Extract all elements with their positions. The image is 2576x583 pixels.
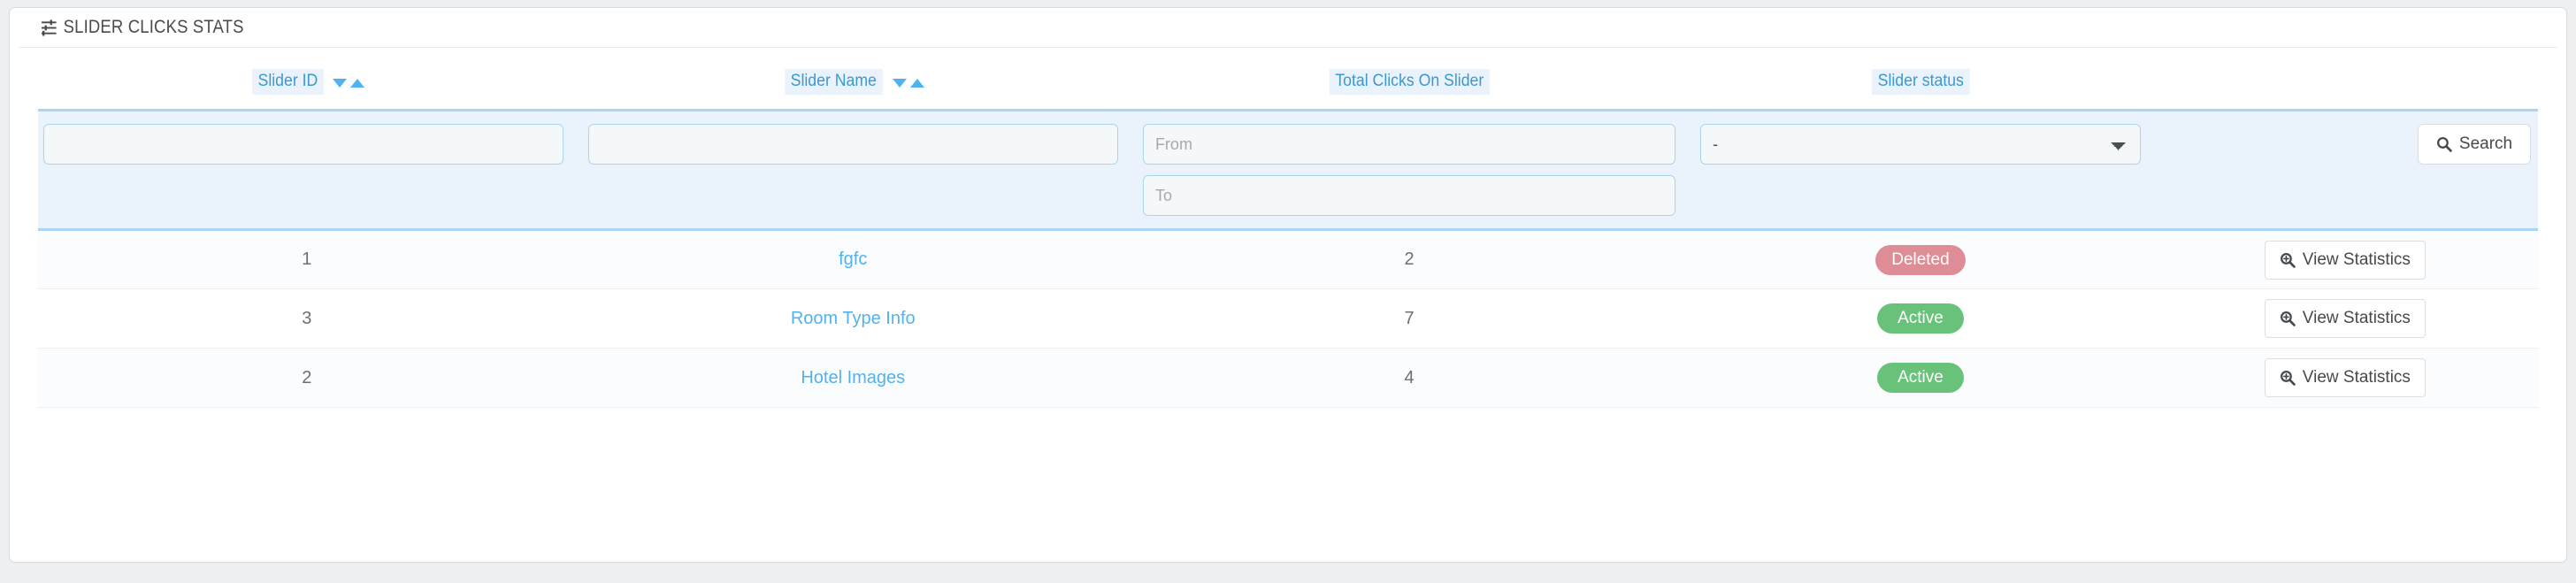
card-title-text: SLIDER CLICKS STATS	[63, 17, 244, 37]
view-statistics-button[interactable]: View Statistics	[2264, 299, 2426, 338]
view-statistics-button[interactable]: View Statistics	[2264, 240, 2426, 280]
sort-desc-icon[interactable]	[332, 78, 347, 88]
cell-action: View Statistics	[2152, 229, 2538, 289]
table-container: Slider ID Slider Name Total Clicks On Sl…	[10, 48, 2566, 408]
filter-status-select[interactable]: -	[1700, 124, 2141, 165]
filter-slider-name-input[interactable]	[587, 124, 1118, 165]
search-button-label: Search	[2458, 134, 2513, 153]
filter-cell-slider-name	[575, 109, 1131, 231]
column-header-slider-name[interactable]: Slider Name	[576, 48, 1131, 111]
column-header-slider-name-label: Slider Name	[785, 69, 883, 95]
view-statistics-label: View Statistics	[2302, 249, 2411, 269]
table-head: Slider ID Slider Name Total Clicks On Sl…	[38, 48, 2538, 231]
cell-slider-id: 3	[38, 288, 576, 349]
filter-clicks-from-input[interactable]	[1142, 124, 1676, 165]
filter-clicks-to-input[interactable]	[1142, 175, 1676, 216]
card-header: SLIDER CLICKS STATS	[19, 8, 2557, 48]
filter-cell-clicks-range	[1130, 109, 1689, 231]
slider-name-link[interactable]: Hotel Images	[801, 368, 905, 387]
filter-row: - Search	[38, 109, 2538, 231]
cell-status: Active	[1688, 288, 2153, 349]
slider-clicks-stats-card: SLIDER CLICKS STATS Slider ID Slider Nam…	[9, 7, 2567, 563]
cell-action: View Statistics	[2152, 348, 2538, 408]
column-header-total-clicks-label: Total Clicks On Slider	[1329, 69, 1490, 95]
view-statistics-label: View Statistics	[2302, 368, 2411, 387]
filter-slider-id-input[interactable]	[43, 124, 564, 165]
cell-slider-id: 1	[38, 229, 576, 289]
table-body: 1 fgfc 2 Deleted View Statistics 3 Room …	[38, 229, 2538, 408]
sort-arrows-slider-name[interactable]	[893, 78, 925, 88]
slider-name-link[interactable]: fgfc	[839, 249, 867, 269]
column-header-slider-id-label: Slider ID	[251, 69, 324, 95]
column-header-total-clicks: Total Clicks On Slider	[1131, 48, 1688, 111]
sliders-icon	[42, 19, 57, 36]
search-plus-icon	[2280, 252, 2296, 268]
filter-cell-search: Search	[2152, 109, 2538, 231]
sort-arrows-slider-id[interactable]	[332, 78, 364, 88]
cell-total-clicks: 4	[1130, 348, 1689, 408]
status-badge: Active	[1876, 303, 1964, 334]
slider-name-link[interactable]: Room Type Info	[791, 309, 916, 328]
table-row: 3 Room Type Info 7 Active View Statistic…	[38, 288, 2538, 349]
column-header-row: Slider ID Slider Name Total Clicks On Sl…	[38, 48, 2538, 111]
table-row: 2 Hotel Images 4 Active View Statistics	[38, 348, 2538, 408]
cell-slider-name: Room Type Info	[575, 288, 1131, 349]
sort-asc-icon[interactable]	[349, 78, 364, 88]
filter-cell-slider-id	[38, 109, 576, 231]
sort-asc-icon[interactable]	[910, 78, 925, 88]
cell-total-clicks: 2	[1130, 229, 1689, 289]
view-statistics-label: View Statistics	[2302, 309, 2411, 327]
cell-slider-id: 2	[38, 348, 576, 408]
cell-slider-name: fgfc	[575, 229, 1131, 289]
status-badge: Active	[1876, 363, 1964, 393]
sort-desc-icon[interactable]	[893, 78, 908, 88]
search-plus-icon	[2280, 370, 2296, 386]
filter-cell-status: -	[1688, 109, 2153, 231]
cell-status: Active	[1688, 348, 2153, 408]
status-badge: Deleted	[1875, 244, 1966, 275]
table-row: 1 fgfc 2 Deleted View Statistics	[38, 229, 2538, 289]
page-root: SLIDER CLICKS STATS Slider ID Slider Nam…	[0, 0, 2576, 583]
cell-total-clicks: 7	[1130, 288, 1689, 349]
column-header-slider-status: Slider status	[1688, 48, 2153, 111]
cell-slider-name: Hotel Images	[575, 348, 1131, 408]
column-header-actions	[2153, 48, 2538, 111]
search-plus-icon	[2280, 311, 2296, 326]
slider-stats-table: Slider ID Slider Name Total Clicks On Sl…	[38, 48, 2538, 408]
search-icon	[2436, 136, 2452, 152]
cell-status: Deleted	[1688, 229, 2153, 289]
cell-action: View Statistics	[2152, 288, 2538, 349]
card-header-title: SLIDER CLICKS STATS	[42, 17, 244, 38]
column-header-slider-status-label: Slider status	[1871, 69, 1970, 95]
view-statistics-button[interactable]: View Statistics	[2264, 358, 2426, 397]
column-header-slider-id[interactable]: Slider ID	[38, 48, 576, 111]
search-button[interactable]: Search	[2418, 124, 2531, 165]
